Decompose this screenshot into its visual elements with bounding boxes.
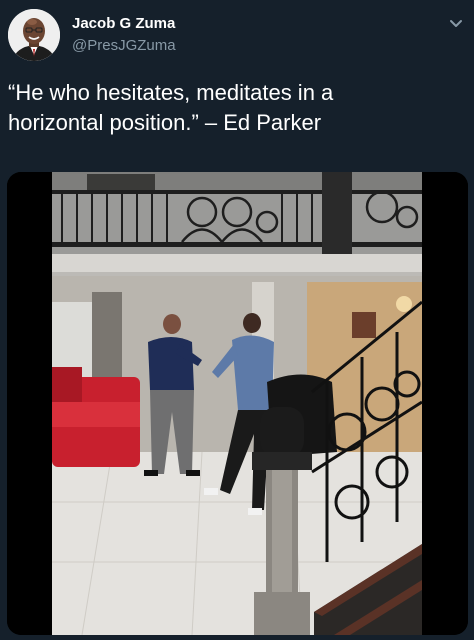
author-name[interactable]: Jacob G Zuma [72, 15, 175, 33]
tweet-media[interactable] [7, 172, 468, 635]
chevron-down-icon[interactable] [446, 13, 466, 33]
tweet-text: “He who hesitates, meditates in a horizo… [8, 80, 334, 135]
media-image [7, 172, 468, 635]
author-handle: @PresJGZuma [72, 37, 176, 54]
avatar[interactable] [8, 9, 60, 61]
avatar-image [8, 9, 60, 61]
